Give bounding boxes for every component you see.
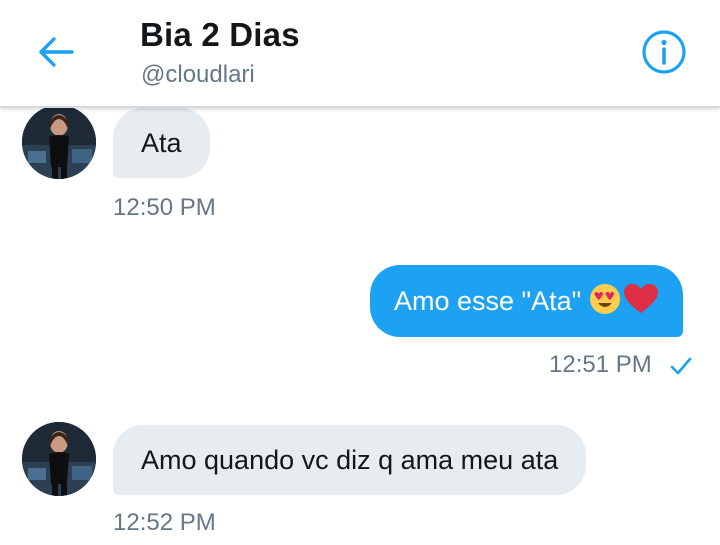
contact-avatar[interactable] [22,422,96,496]
conversation-title: Bia 2 Dias [140,16,300,53]
message-text: Ata [141,127,182,158]
conversation-header: Bia 2 Dias @cloudlari [0,0,720,108]
message-bubble-received[interactable]: Ata [113,108,210,178]
message-timestamp: 12:51 PM [549,351,652,378]
contact-handle: @cloudlari [141,61,255,88]
back-button[interactable] [34,30,78,74]
message-bubble-sent[interactable]: Amo esse "Ata" [370,265,684,337]
red-heart-emoji [623,283,659,320]
info-button[interactable] [640,28,688,76]
info-circle-icon [640,30,688,80]
heart-eyes-emoji [589,283,621,320]
message-timestamp: 12:50 PM [113,194,216,221]
message-text: Amo esse "Ata" [394,285,582,316]
contact-avatar[interactable] [22,105,96,179]
message-timestamp: 12:52 PM [113,509,216,536]
message-text: Amo quando vc diz q ama meu ata [141,444,559,475]
message-bubble-received[interactable]: Amo quando vc diz q ama meu ata [113,425,587,495]
check-icon [669,356,693,381]
arrow-left-icon [34,37,78,78]
